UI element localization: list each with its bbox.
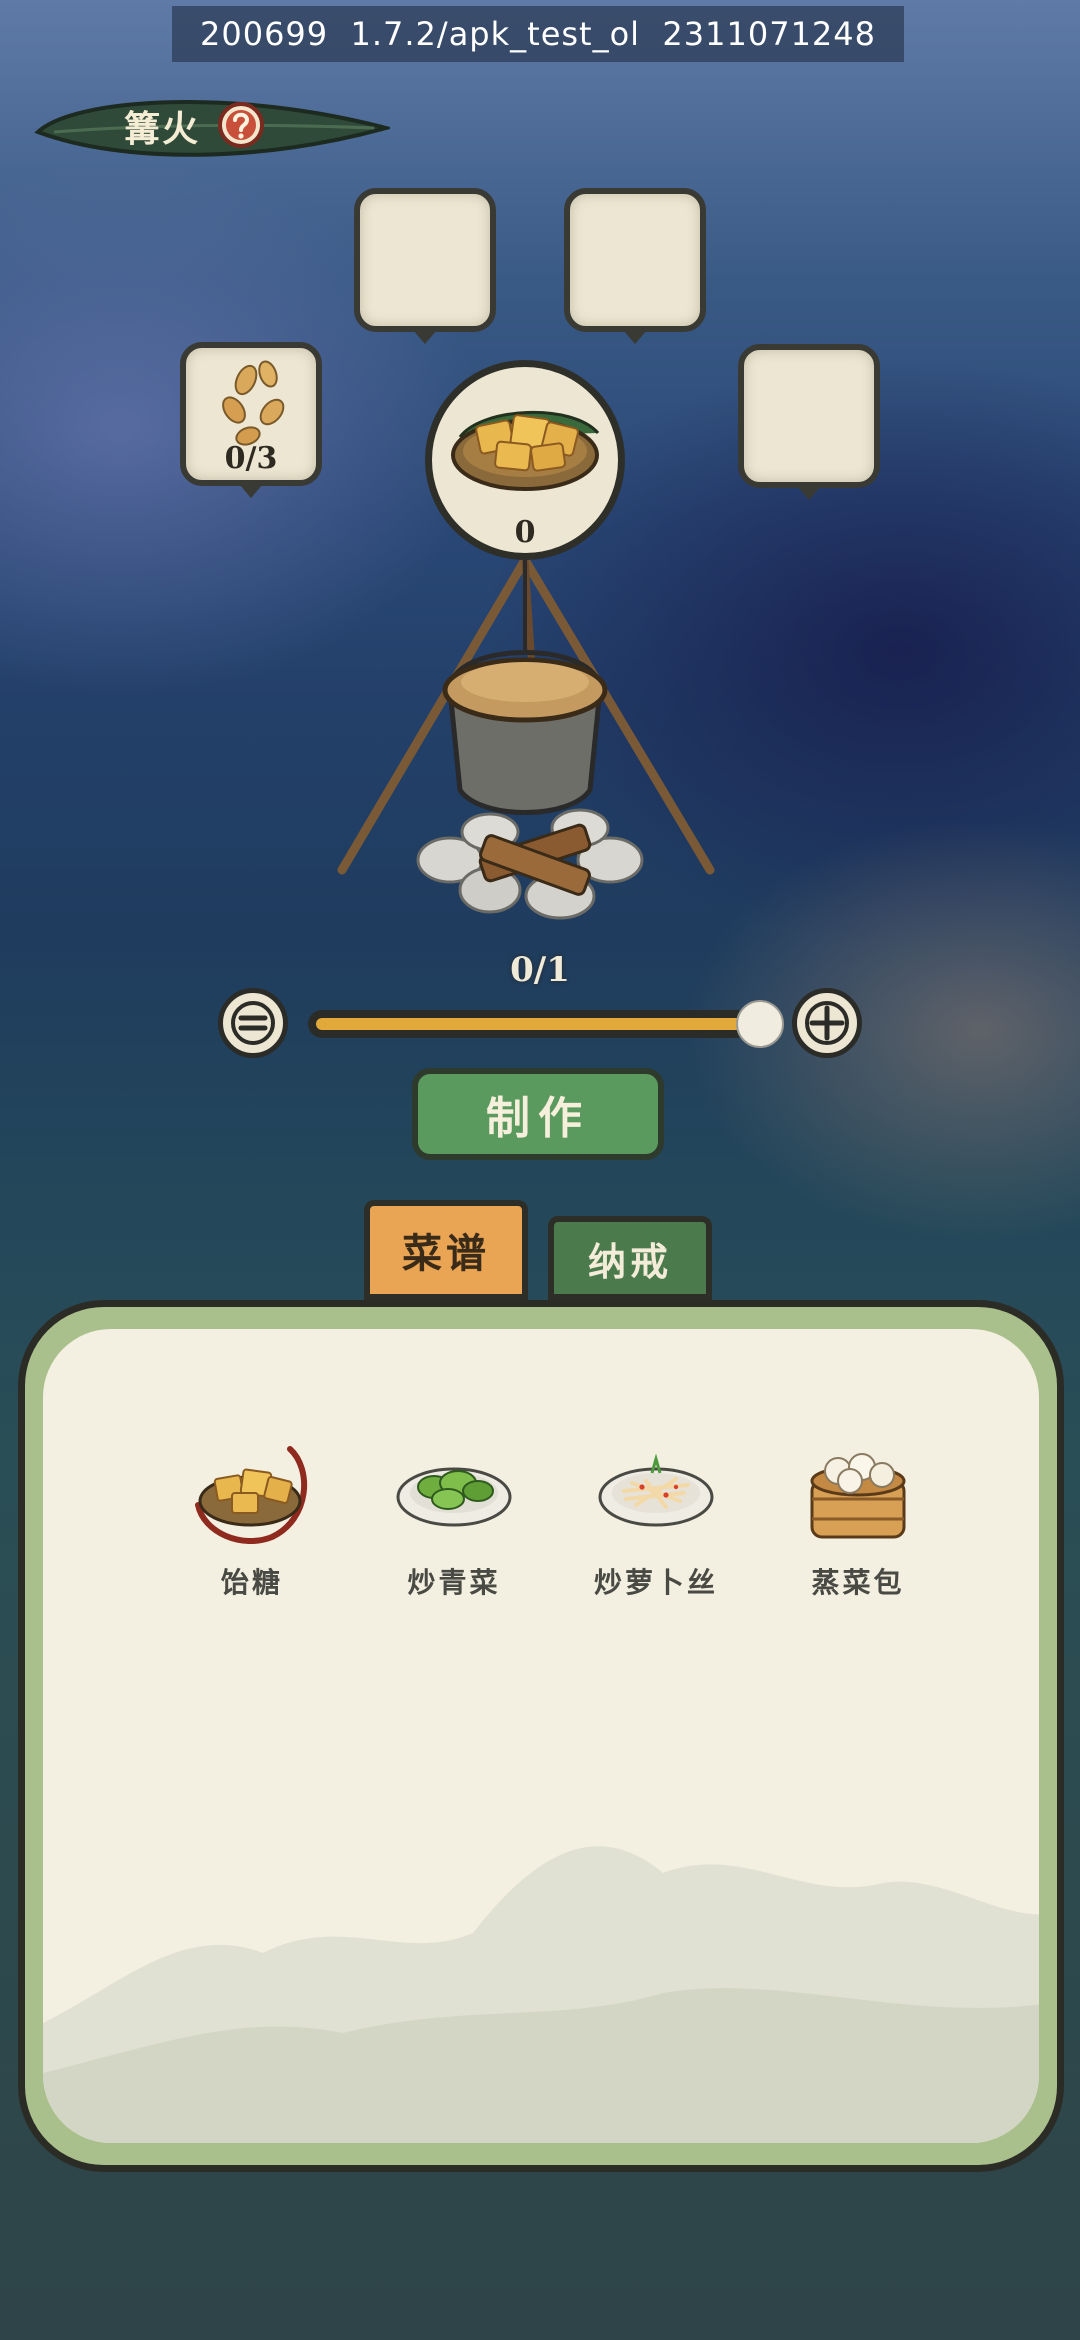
shredded-radish-dish-icon [598,1453,714,1527]
page-title: 篝火 [124,108,201,150]
recipe-item-shredded-radish[interactable]: 炒萝卜丝 [581,1429,731,1619]
recipe-item-malt-sugar[interactable]: 饴糖 [177,1429,327,1619]
leaf-banner-icon [34,100,390,157]
recipe-item-stir-fried-greens[interactable]: 炒青菜 [379,1429,529,1619]
title-banner: 篝火 [34,92,390,160]
result-slot[interactable]: 0 [425,360,625,560]
malt-sugar-dish-icon [451,410,600,491]
increase-button[interactable] [792,988,862,1058]
recipe-label: 炒萝卜丝 [593,1566,718,1599]
version-bar: 200699 1.7.2/apk_test_ol 2311071248 [172,6,904,62]
ingredient-slot-2[interactable] [354,188,496,344]
tab-storage-ring[interactable]: 纳戒 [548,1216,712,1300]
decrease-button[interactable] [218,988,288,1058]
ingredient-slot-3[interactable] [564,188,706,344]
tab-recipes[interactable]: 菜谱 [364,1200,528,1300]
recipe-panel: 饴糖 炒青菜 炒萝卜丝 蒸菜包 [18,1300,1064,2172]
stir-fried-greens-dish-icon [396,1467,512,1527]
quantity-slider[interactable] [308,1000,784,1048]
recipe-label: 饴糖 [220,1566,283,1599]
steamed-bun-basket-icon [810,1453,906,1539]
ingredient-slot-4[interactable] [738,344,880,500]
make-button[interactable]: 制作 [412,1068,664,1160]
minus-icon [231,1001,275,1045]
slider-thumb[interactable] [736,1000,784,1048]
plus-icon [805,1001,849,1045]
question-mark-icon[interactable] [216,100,266,150]
malt-sugar-dish-icon [195,1446,308,1544]
slider-fill [316,1018,760,1030]
seed-icon [222,360,285,446]
ingredient-slot-1[interactable]: 0/3 [180,342,322,498]
campfire-screen: { "debug_bar": { "text": "200699 1.7.2/a… [0,0,1080,2340]
campfire-pot-icon [337,560,715,920]
quantity-progress: 0/1 [510,950,570,990]
result-count: 0 [514,515,536,550]
recipe-label: 炒青菜 [407,1566,501,1599]
recipe-label: 蒸菜包 [811,1566,905,1599]
recipe-item-steamed-bun[interactable]: 蒸菜包 [783,1429,933,1619]
ink-mountains-decoration [43,1846,1039,2143]
ingredient-count: 0/3 [224,441,278,476]
recipe-list: 饴糖 炒青菜 炒萝卜丝 蒸菜包 [43,1329,1039,2143]
